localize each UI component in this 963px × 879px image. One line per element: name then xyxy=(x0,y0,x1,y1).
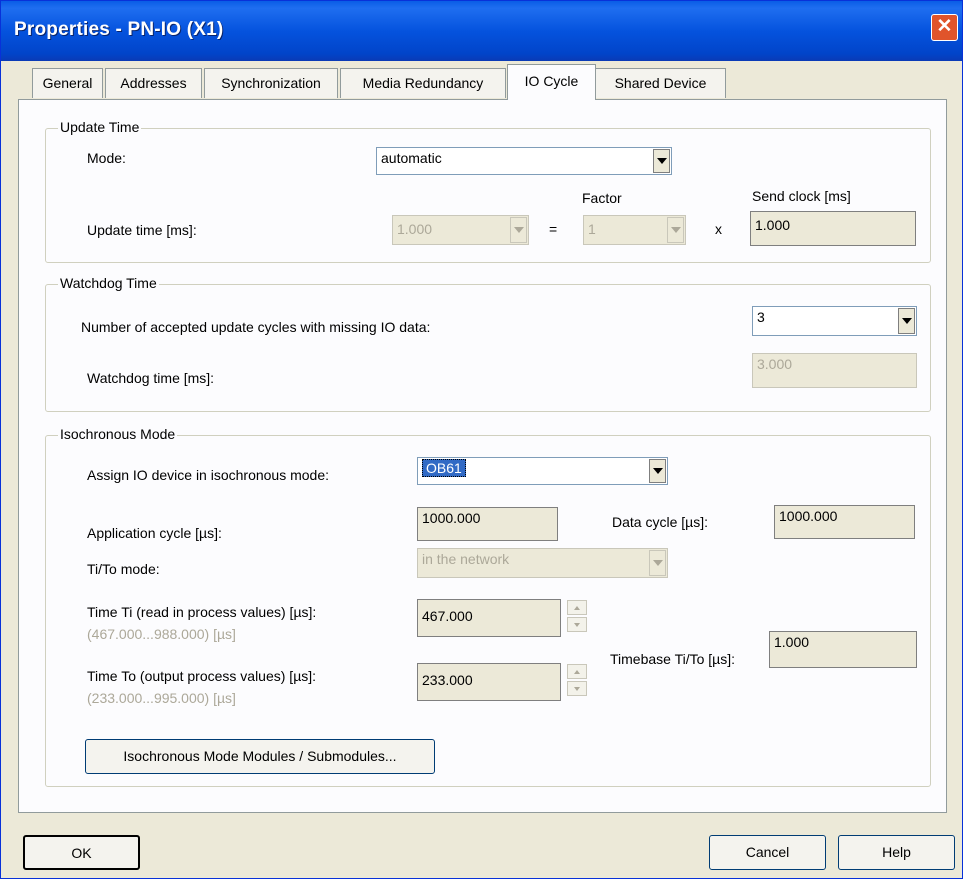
assign-io-dropdown[interactable]: OB61 xyxy=(417,457,668,485)
mode-value: automatic xyxy=(381,150,442,166)
assign-io-value: OB61 xyxy=(422,459,466,477)
mode-label: Mode: xyxy=(87,150,126,166)
watchdog-time-label: Watchdog time [ms]: xyxy=(87,370,215,386)
tab-io-cycle[interactable]: IO Cycle xyxy=(507,64,596,100)
timebase-label: Timebase Ti/To [µs]: xyxy=(610,651,736,667)
accepted-cycles-value: 3 xyxy=(757,309,765,325)
help-button[interactable]: Help xyxy=(838,835,955,870)
dropdown-arrow-icon[interactable] xyxy=(653,149,670,173)
send-clock-field: 1.000 xyxy=(750,211,916,246)
factor-dropdown[interactable]: 1 xyxy=(583,215,686,245)
isochronous-group-title: Isochronous Mode xyxy=(58,426,178,442)
watchdog-time-value: 3.000 xyxy=(757,356,793,372)
tito-mode-dropdown[interactable]: in the network xyxy=(417,548,668,578)
data-cycle-value: 1000.000 xyxy=(779,508,838,524)
dropdown-arrow-icon xyxy=(667,217,684,243)
tab-general[interactable]: General xyxy=(32,68,103,98)
update-time-label: Update time [ms]: xyxy=(87,222,197,238)
time-to-field[interactable]: 233.000 xyxy=(417,663,561,701)
timebase-field: 1.000 xyxy=(769,631,917,668)
time-ti-range: (467.000...988.000) [µs] xyxy=(87,626,236,642)
time-ti-field[interactable]: 467.000 xyxy=(417,599,561,637)
time-to-spin-icon xyxy=(567,664,587,698)
time-to-value: 233.000 xyxy=(422,672,473,688)
watchdog-group-title: Watchdog Time xyxy=(58,275,159,291)
tito-mode-label: Ti/To mode: xyxy=(87,561,160,577)
tito-mode-value: in the network xyxy=(422,551,510,567)
send-clock-label: Send clock [ms] xyxy=(752,188,851,204)
data-cycle-field: 1000.000 xyxy=(774,505,915,539)
dropdown-arrow-icon[interactable] xyxy=(898,308,915,334)
watchdog-time-field: 3.000 xyxy=(752,353,917,388)
tab-media-redundancy[interactable]: Media Redundancy xyxy=(340,68,506,98)
time-ti-label: Time Ti (read in process values) [µs]: xyxy=(87,604,317,620)
time-ti-value: 467.000 xyxy=(422,608,473,624)
update-time-group-title: Update Time xyxy=(58,119,142,135)
application-cycle-label: Application cycle [µs]: xyxy=(87,525,222,541)
isochronous-modules-button[interactable]: Isochronous Mode Modules / Submodules... xyxy=(85,739,435,774)
tab-addresses[interactable]: Addresses xyxy=(105,68,202,98)
application-cycle-field: 1000.000 xyxy=(417,507,558,541)
mode-dropdown[interactable]: automatic xyxy=(376,147,672,175)
window-title: Properties - PN-IO (X1) xyxy=(14,19,224,40)
title-bar[interactable]: Properties - PN-IO (X1) ✕ xyxy=(1,1,962,61)
watchdog-group xyxy=(45,284,931,412)
timebase-value: 1.000 xyxy=(774,634,810,650)
equals-sign: = xyxy=(549,221,558,237)
application-cycle-value: 1000.000 xyxy=(422,510,481,526)
time-to-label: Time To (output process values) [µs]: xyxy=(87,668,317,684)
dropdown-arrow-icon xyxy=(510,217,527,243)
factor-value: 1 xyxy=(588,221,596,237)
dropdown-arrow-icon[interactable] xyxy=(649,459,666,483)
cancel-button[interactable]: Cancel xyxy=(709,835,826,870)
time-to-range: (233.000...995.000) [µs] xyxy=(87,690,236,706)
send-clock-value: 1.000 xyxy=(755,217,791,233)
update-time-dropdown[interactable]: 1.000 xyxy=(392,215,529,245)
update-time-value: 1.000 xyxy=(397,221,433,237)
factor-label: Factor xyxy=(582,190,622,206)
time-ti-spin-icon xyxy=(567,600,587,634)
close-icon[interactable]: ✕ xyxy=(931,14,958,41)
tab-shared-device[interactable]: Shared Device xyxy=(595,68,726,98)
dropdown-arrow-icon xyxy=(649,550,666,576)
accepted-cycles-dropdown[interactable]: 3 xyxy=(752,306,917,336)
properties-dialog: Properties - PN-IO (X1) ✕ General Addres… xyxy=(0,0,963,879)
tab-synchronization[interactable]: Synchronization xyxy=(204,68,338,98)
ok-button[interactable]: OK xyxy=(23,835,140,870)
multiply-sign: x xyxy=(715,221,722,237)
accepted-cycles-label: Number of accepted update cycles with mi… xyxy=(81,319,431,335)
assign-io-label: Assign IO device in isochronous mode: xyxy=(87,467,330,483)
data-cycle-label: Data cycle [µs]: xyxy=(612,514,708,530)
